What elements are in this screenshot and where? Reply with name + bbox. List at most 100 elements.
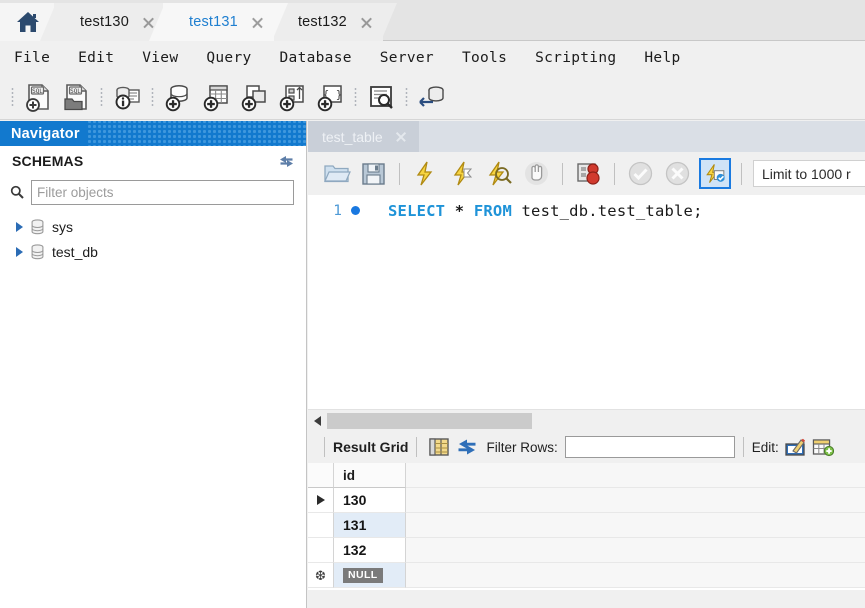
table-row[interactable]: 131 [308,513,865,538]
close-icon[interactable] [251,16,264,29]
database-icon [30,244,45,260]
schema-tree-item-sys[interactable]: sys [0,214,306,239]
schemas-header: SCHEMAS [0,146,306,176]
sql-editor-tab-test-table[interactable]: test_table [308,121,419,152]
navigator-panel: Navigator SCHEMAS [0,121,307,608]
execute-lightning-icon[interactable] [411,159,440,188]
menu-item-view[interactable]: View [142,50,178,66]
cell-id[interactable]: 131 [334,513,406,538]
filter-rows-input[interactable] [565,436,735,458]
row-marker-triangle [317,495,325,505]
menu-item-scripting[interactable]: Scripting [535,50,616,66]
limit-rows-dropdown[interactable]: Limit to 1000 r [753,160,865,187]
schema-name: sys [52,219,73,235]
connection-info-icon[interactable] [111,81,143,113]
grid-empty-space [406,513,865,538]
sql-editor-tab-strip: test_table [308,121,865,152]
expand-arrow-icon[interactable] [16,247,23,257]
menu-item-edit[interactable]: Edit [78,50,114,66]
sql-code-editor[interactable]: 1 SELECT * FROM test_db.test_table; [308,195,865,409]
sql-tab-label: test_table [322,129,383,145]
main-toolbar: SQL SQL [0,74,865,120]
home-icon [16,11,40,33]
toggle-autocommit-icon[interactable] [699,158,731,189]
create-procedure-icon[interactable] [276,81,308,113]
editor-tab-test131[interactable]: test131 [163,3,274,41]
tab-label: test130 [80,14,129,30]
create-view-icon[interactable] [238,81,270,113]
table-header-row: id [308,463,865,488]
filter-objects-input[interactable] [31,180,294,205]
filter-rows-label: Filter Rows: [486,440,557,455]
editor-horizontal-scrollbar[interactable] [308,409,865,431]
new-row-star: ❆ [308,563,334,588]
execute-current-statement-icon[interactable] [448,159,477,188]
sql-statement: SELECT * FROM test_db.test_table; [388,202,703,220]
table-row[interactable]: 132 [308,538,865,563]
scroll-left-arrow[interactable] [314,416,321,426]
insert-row-icon[interactable] [812,437,834,457]
column-header-id[interactable]: id [334,463,406,488]
create-table-icon[interactable] [200,81,232,113]
null-badge: NULL [343,568,383,583]
open-sql-script-icon[interactable]: SQL [60,81,92,113]
schemas-label: SCHEMAS [12,153,83,169]
search-data-icon[interactable] [365,81,397,113]
create-schema-icon[interactable] [162,81,194,113]
toolbar-separator [399,163,400,185]
table-row[interactable]: 130 [308,488,865,513]
code-line-1: 1 SELECT * FROM test_db.test_table; [308,195,865,221]
row-marker-header [308,463,334,488]
grid-view-icon[interactable] [428,437,450,457]
sql-keyword-select: SELECT [388,202,445,220]
toolbar-grip [354,87,357,107]
row-marker [308,513,334,538]
scrollbar-thumb[interactable] [327,413,532,429]
svg-text:SQL: SQL [70,87,81,94]
menu-item-database[interactable]: Database [280,50,352,66]
close-icon[interactable] [395,131,407,143]
cell-id[interactable]: 130 [334,488,406,513]
menu-item-query[interactable]: Query [206,50,251,66]
table-row-new[interactable]: ❆ NULL [308,563,865,588]
toolbar-separator [614,163,615,185]
database-icon [30,219,45,235]
sql-editor-toolbar: Limit to 1000 r [308,152,865,195]
stop-on-error-icon[interactable] [574,159,603,188]
sql-table-reference: test_db.test_table; [512,202,703,220]
close-icon[interactable] [360,16,373,29]
refresh-icon[interactable] [456,437,478,457]
save-floppy-icon[interactable] [359,159,388,188]
edit-pencil-icon[interactable] [784,437,806,457]
toolbar-separator [416,437,417,457]
result-grid[interactable]: id 130 131 [308,463,865,590]
toolbar-grip [11,87,14,107]
filter-objects-row [0,176,306,208]
grid-empty-space [406,538,865,563]
folder-open-icon[interactable] [322,159,351,188]
new-sql-tab-icon[interactable]: SQL [22,81,54,113]
explain-magnifier-icon[interactable] [485,159,514,188]
navigator-title-bar: Navigator [0,121,306,146]
menu-item-server[interactable]: Server [380,50,434,66]
menu-item-tools[interactable]: Tools [462,50,507,66]
refresh-icon[interactable] [278,154,295,169]
edit-label: Edit: [752,440,779,455]
search-icon [10,185,24,199]
menu-item-file[interactable]: File [14,50,50,66]
tab-label: test132 [298,14,347,30]
navigator-title: Navigator [11,126,80,142]
cell-id[interactable]: 132 [334,538,406,563]
stop-hand-icon [522,159,551,188]
expand-arrow-icon[interactable] [16,222,23,232]
cell-value: 131 [343,517,366,533]
scrollbar-track[interactable] [327,413,865,429]
cell-value: 130 [343,492,366,508]
editor-tab-test132[interactable]: test132 [272,3,383,41]
schema-tree-item-test-db[interactable]: test_db [0,239,306,264]
menu-item-help[interactable]: Help [644,50,680,66]
grid-empty-space [406,463,865,488]
create-function-icon[interactable]: { } [314,81,346,113]
cell-id[interactable]: NULL [334,563,406,588]
reconnect-server-icon[interactable] [416,81,448,113]
